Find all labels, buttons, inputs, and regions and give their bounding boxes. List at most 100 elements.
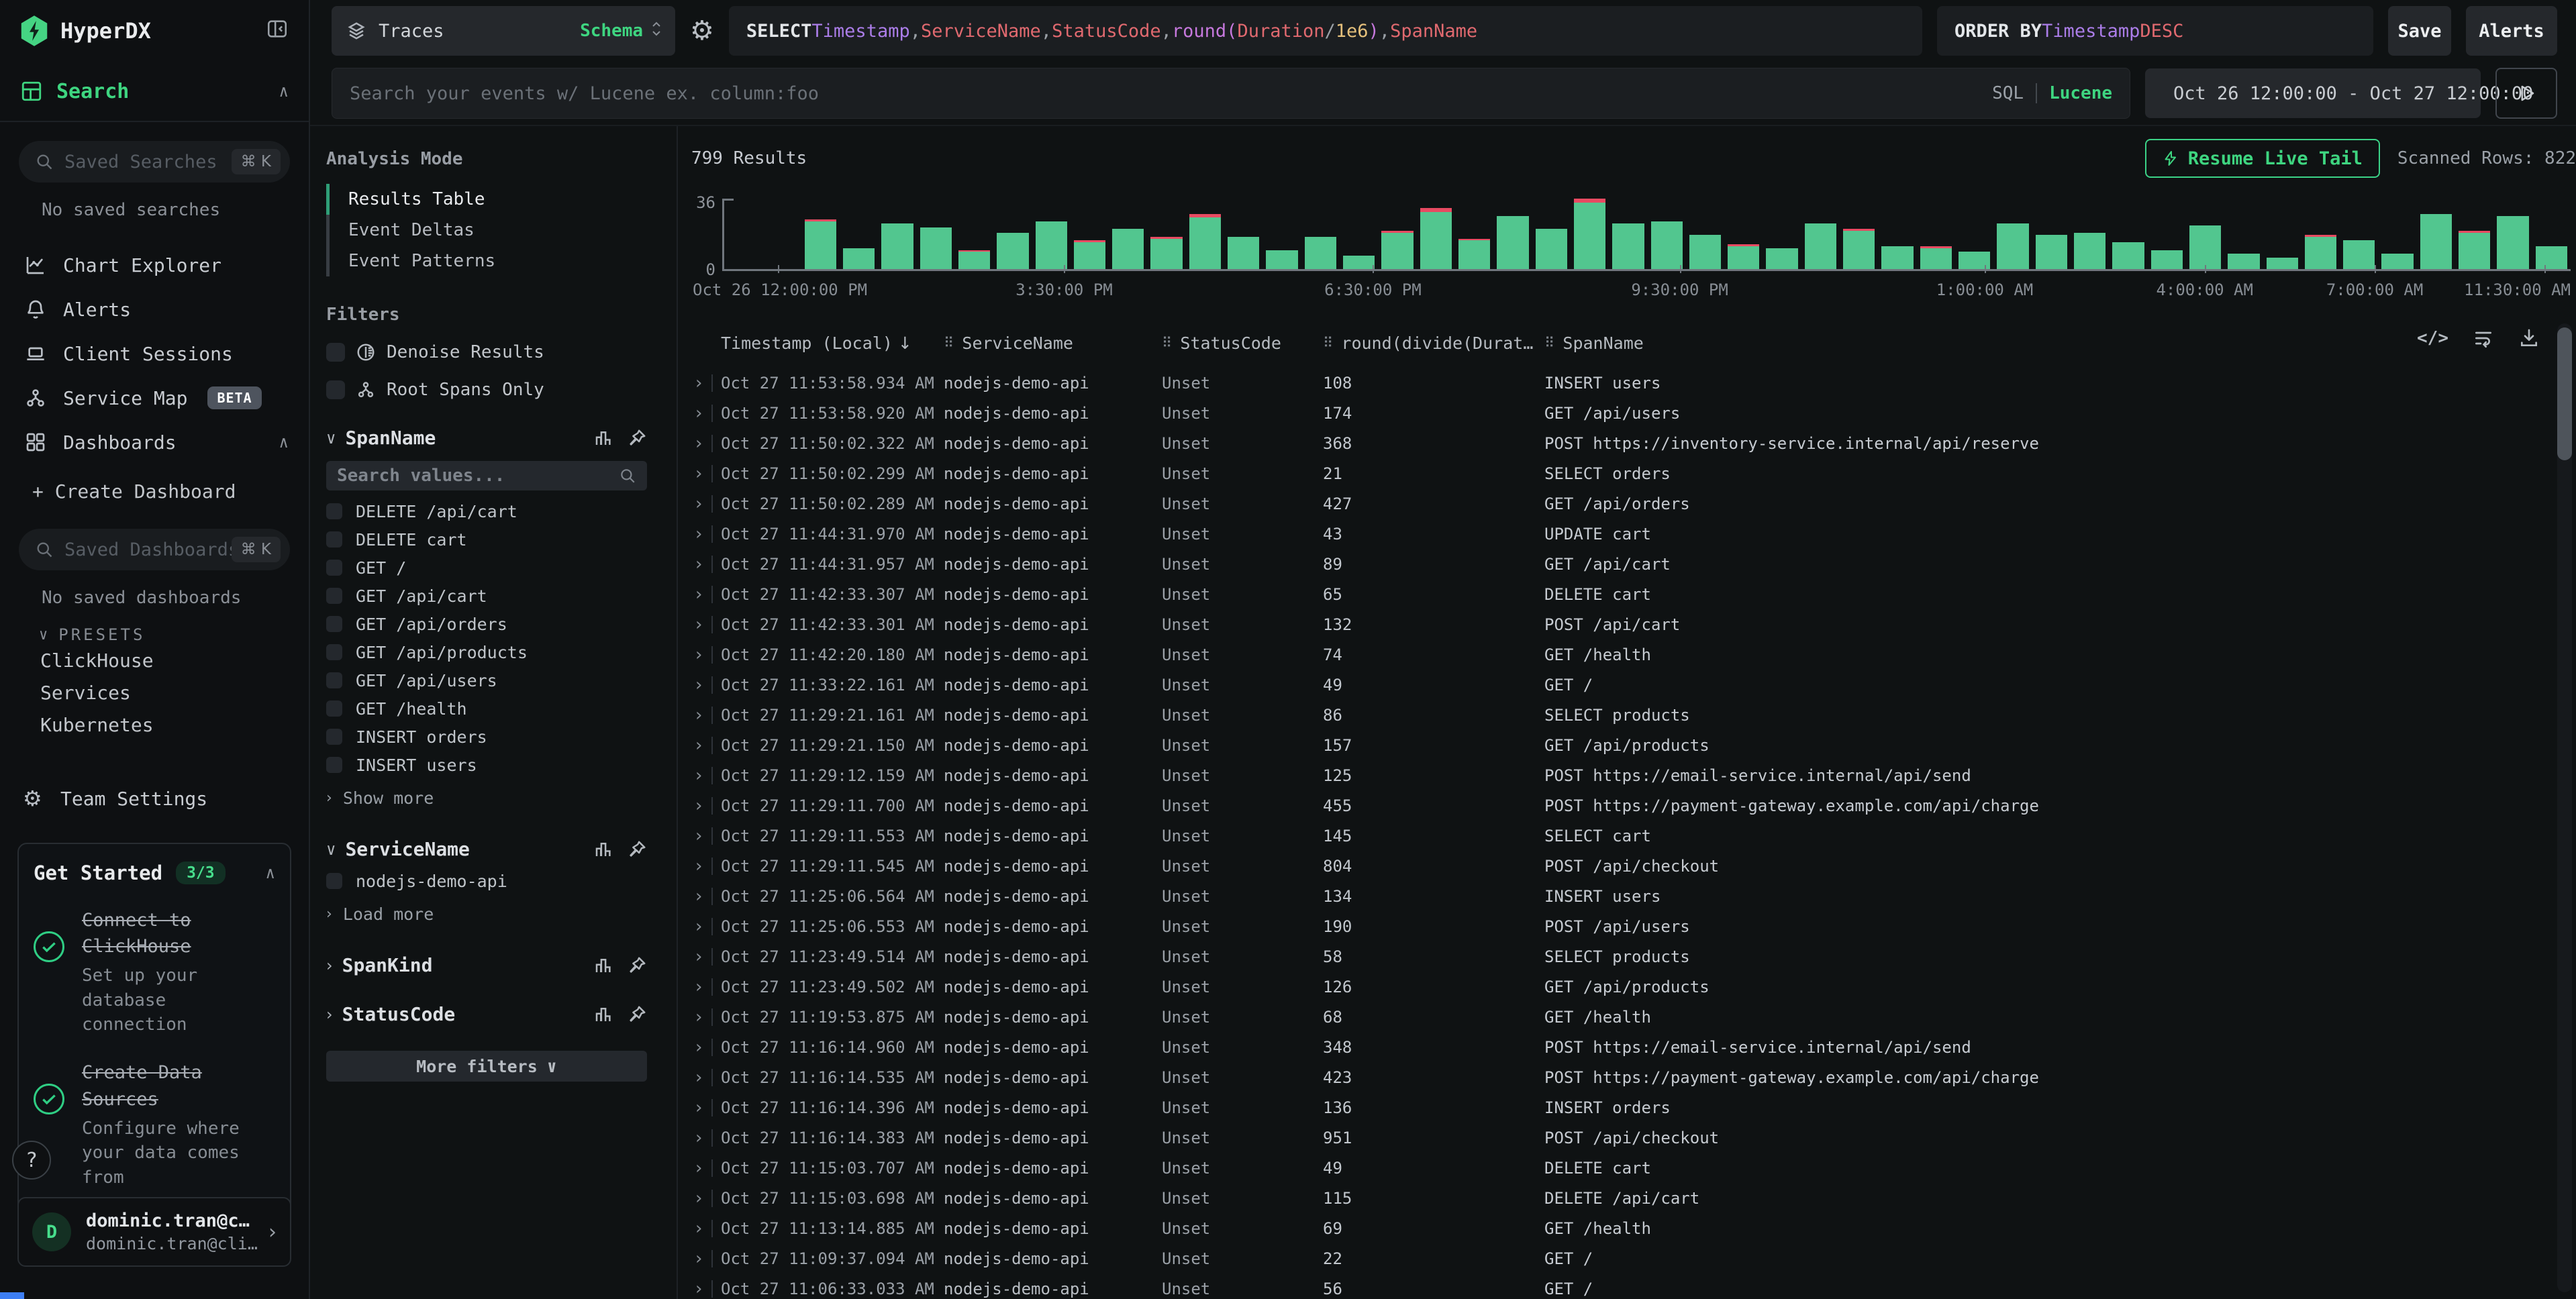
histogram-bar[interactable] xyxy=(955,199,993,269)
row-expand-chevron[interactable]: › xyxy=(691,524,721,544)
show-more-link[interactable]: › Show more xyxy=(326,784,647,811)
chevron-up-icon[interactable]: ∧ xyxy=(266,864,275,882)
table-row[interactable]: ›Oct 27 11:25:06.564 AMnodejs-demo-apiUn… xyxy=(691,881,2576,911)
histogram-bar[interactable] xyxy=(1071,199,1109,269)
histogram-bar[interactable] xyxy=(1917,199,1955,269)
row-expand-chevron[interactable]: › xyxy=(691,1098,721,1118)
row-expand-chevron[interactable]: › xyxy=(691,645,721,665)
histogram-bar[interactable] xyxy=(2186,199,2224,269)
table-row[interactable]: ›Oct 27 11:23:49.514 AMnodejs-demo-apiUn… xyxy=(691,941,2576,972)
sidebar-item-search[interactable]: Search ∧ xyxy=(0,62,309,122)
table-row[interactable]: ›Oct 27 11:42:33.301 AMnodejs-demo-apiUn… xyxy=(691,609,2576,639)
column-header[interactable]: Timestamp (Local)↓ xyxy=(721,333,944,353)
mode-results-table[interactable]: Results Table xyxy=(326,184,647,215)
table-row[interactable]: ›Oct 27 11:23:49.502 AMnodejs-demo-apiUn… xyxy=(691,972,2576,1002)
histogram-bar[interactable] xyxy=(1532,199,1571,269)
histogram-bar[interactable] xyxy=(1571,199,1609,269)
table-row[interactable]: ›Oct 27 11:15:03.698 AMnodejs-demo-apiUn… xyxy=(691,1183,2576,1213)
get-started-task[interactable]: Connect to ClickHouse Set up your databa… xyxy=(34,907,275,1037)
scrollbar-thumb[interactable] xyxy=(2557,327,2572,460)
drag-handle-icon[interactable]: ⠿ xyxy=(1544,335,1554,351)
column-header[interactable]: ⠿ServiceName xyxy=(944,333,1162,353)
create-dashboard-button[interactable]: + Create Dashboard xyxy=(0,472,309,510)
histogram-bar[interactable] xyxy=(2071,199,2109,269)
filter-section-statuscode[interactable]: › StatusCode xyxy=(326,1003,647,1025)
filter-value-row[interactable]: INSERT users xyxy=(326,751,647,779)
source-selector[interactable]: Traces Schema xyxy=(332,6,675,56)
histogram-bar[interactable] xyxy=(1609,199,1647,269)
table-row[interactable]: ›Oct 27 11:29:11.700 AMnodejs-demo-apiUn… xyxy=(691,790,2576,821)
scrollbar-track[interactable] xyxy=(2557,323,2572,1292)
histogram-bar[interactable] xyxy=(1993,199,2032,269)
run-query-button[interactable] xyxy=(2495,68,2557,119)
save-button[interactable]: Save xyxy=(2388,6,2451,56)
bar-chart-icon[interactable] xyxy=(593,428,613,448)
table-row[interactable]: ›Oct 27 11:29:12.159 AMnodejs-demo-apiUn… xyxy=(691,760,2576,790)
histogram-bar[interactable] xyxy=(840,199,878,269)
table-row[interactable]: ›Oct 27 11:06:33.033 AMnodejs-demo-apiUn… xyxy=(691,1274,2576,1299)
row-expand-chevron[interactable]: › xyxy=(691,766,721,786)
pin-icon[interactable] xyxy=(627,955,647,976)
row-expand-chevron[interactable]: › xyxy=(691,1158,721,1178)
checkbox[interactable] xyxy=(326,560,342,576)
histogram-bar[interactable] xyxy=(2263,199,2301,269)
saved-dashboards-input[interactable]: ⌘ K xyxy=(19,529,290,570)
histogram-bar[interactable] xyxy=(1648,199,1686,269)
row-expand-chevron[interactable]: › xyxy=(691,1128,721,1148)
denoise-results-toggle[interactable]: Denoise Results xyxy=(326,342,647,362)
row-expand-chevron[interactable]: › xyxy=(691,464,721,484)
histogram-bar[interactable] xyxy=(1340,199,1378,269)
more-filters-button[interactable]: More filters∨ xyxy=(326,1051,647,1082)
filter-value-row[interactable]: DELETE cart xyxy=(326,525,647,554)
row-expand-chevron[interactable]: › xyxy=(691,705,721,725)
checkbox[interactable] xyxy=(326,503,342,519)
row-expand-chevron[interactable]: › xyxy=(691,826,721,846)
histogram-bar[interactable] xyxy=(1224,199,1262,269)
table-row[interactable]: ›Oct 27 11:50:02.289 AMnodejs-demo-apiUn… xyxy=(691,488,2576,519)
table-row[interactable]: ›Oct 27 11:53:58.920 AMnodejs-demo-apiUn… xyxy=(691,398,2576,428)
table-row[interactable]: ›Oct 27 11:19:53.875 AMnodejs-demo-apiUn… xyxy=(691,1002,2576,1032)
row-expand-chevron[interactable]: › xyxy=(691,856,721,876)
table-row[interactable]: ›Oct 27 11:25:06.553 AMnodejs-demo-apiUn… xyxy=(691,911,2576,941)
sidebar-item-alerts[interactable]: Alerts xyxy=(0,287,309,331)
row-expand-chevron[interactable]: › xyxy=(691,796,721,816)
drag-handle-icon[interactable]: ⠿ xyxy=(1162,335,1172,351)
filter-value-row[interactable]: GET /health xyxy=(326,694,647,723)
root-spans-only-toggle[interactable]: Root Spans Only xyxy=(326,380,647,400)
checkbox[interactable] xyxy=(326,873,342,889)
sidebar-item-client-sessions[interactable]: Client Sessions xyxy=(0,331,309,376)
checkbox[interactable] xyxy=(326,757,342,773)
row-expand-chevron[interactable]: › xyxy=(691,1249,721,1269)
row-expand-chevron[interactable]: › xyxy=(691,494,721,514)
table-row[interactable]: ›Oct 27 11:16:14.960 AMnodejs-demo-apiUn… xyxy=(691,1032,2576,1062)
saved-dashboards-field[interactable] xyxy=(64,539,232,560)
checkbox[interactable] xyxy=(326,531,342,548)
histogram-bar[interactable] xyxy=(878,199,916,269)
histogram-bar[interactable] xyxy=(1955,199,1993,269)
row-expand-chevron[interactable]: › xyxy=(691,675,721,695)
row-expand-chevron[interactable]: › xyxy=(691,977,721,997)
table-row[interactable]: ›Oct 27 11:29:11.545 AMnodejs-demo-apiUn… xyxy=(691,851,2576,881)
histogram-bar[interactable] xyxy=(1686,199,1724,269)
checkbox[interactable] xyxy=(326,380,345,399)
sidebar-item-chart-explorer[interactable]: Chart Explorer xyxy=(0,243,309,287)
histogram-bar[interactable] xyxy=(1763,199,1801,269)
row-expand-chevron[interactable]: › xyxy=(691,1007,721,1027)
histogram-bar[interactable] xyxy=(1109,199,1147,269)
histogram-bar[interactable] xyxy=(2224,199,2263,269)
row-expand-chevron[interactable]: › xyxy=(691,584,721,605)
histogram-bar[interactable] xyxy=(1493,199,1532,269)
table-row[interactable]: ›Oct 27 11:29:21.161 AMnodejs-demo-apiUn… xyxy=(691,700,2576,730)
load-more-link[interactable]: › Load more xyxy=(326,900,647,927)
table-row[interactable]: ›Oct 27 11:42:33.307 AMnodejs-demo-apiUn… xyxy=(691,579,2576,609)
histogram-bar[interactable] xyxy=(1186,199,1224,269)
histogram-bar[interactable] xyxy=(1378,199,1416,269)
select-query-input[interactable]: SELECT Timestamp,ServiceName,StatusCode,… xyxy=(729,6,1922,56)
row-expand-chevron[interactable]: › xyxy=(691,1037,721,1057)
row-expand-chevron[interactable]: › xyxy=(691,735,721,756)
sidebar-item-dashboards[interactable]: Dashboards ∧ xyxy=(0,420,309,464)
histogram-bar[interactable] xyxy=(1301,199,1340,269)
download-icon[interactable] xyxy=(2518,327,2540,349)
row-expand-chevron[interactable]: › xyxy=(691,1188,721,1208)
histogram-bar[interactable] xyxy=(1147,199,1185,269)
